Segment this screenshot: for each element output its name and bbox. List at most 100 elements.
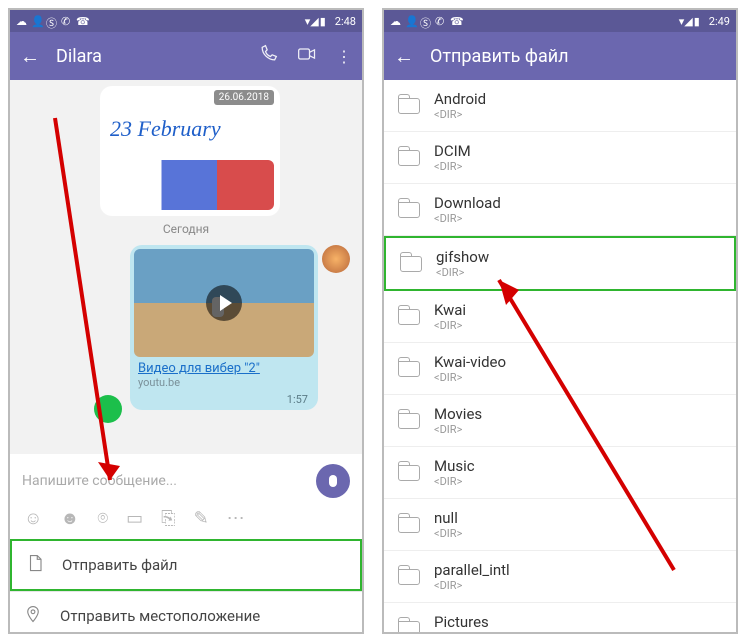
screenshot-file-picker: ☁ 👤 Ⓢ ✆ ☎ ▾◢ ▮ 2:49 ← Отправить файл And… [382,8,738,634]
video-thumbnail[interactable] [134,249,314,357]
folder-type: <DIR> [434,475,475,488]
more-icon[interactable]: ⋯ [227,508,245,529]
folder-type: <DIR> [434,579,510,592]
date-separator: Сегодня [10,222,362,236]
status-time: 2:48 [335,15,356,28]
folder-type: <DIR> [434,212,501,225]
folder-name: null [434,509,462,527]
viber-icon: ☎ [450,15,462,27]
signal-icon: ▾◢ [679,15,691,27]
folder-row[interactable]: Android<DIR> [384,80,736,132]
more-icon[interactable]: ⋮ [336,47,352,66]
folder-icon [398,517,420,533]
chat-body: 26.06.2018 23 February Сегодня Видео для… [10,80,362,454]
folder-type: <DIR> [434,371,506,384]
message-time: 1:57 [134,393,314,406]
play-icon[interactable] [206,285,242,321]
folder-name: Kwai-video [434,353,506,371]
folder-icon [398,621,420,633]
folder-row[interactable]: Movies<DIR> [384,395,736,447]
folder-name: Kwai [434,301,466,319]
folder-icon [400,256,422,272]
doodle-icon[interactable]: ✎ [194,508,209,529]
folder-row-highlighted[interactable]: gifshow<DIR> [384,236,736,291]
status-bar: ☁ 👤 Ⓢ ✆ ☎ ▾◢ ▮ 2:48 [10,10,362,32]
skype-icon: Ⓢ [46,15,58,27]
menu-send-location[interactable]: Отправить местоположение [10,591,362,634]
skype-icon: Ⓢ [420,15,432,27]
folder-name: gifshow [436,248,489,266]
folder-type: <DIR> [434,160,471,173]
back-icon[interactable]: ← [394,44,414,69]
folder-row[interactable]: null<DIR> [384,499,736,551]
folder-type: <DIR> [434,631,489,632]
picker-title: Отправить файл [430,46,726,67]
folder-name: Music [434,457,475,475]
folder-row[interactable]: Download<DIR> [384,184,736,236]
image-message[interactable]: 26.06.2018 23 February [100,86,280,216]
chat-header: ← Dilara ⋮ [10,32,362,80]
menu-label: Отправить файл [62,556,177,574]
whatsapp-icon: ✆ [435,15,447,27]
message-input-row: Напишите сообщение... [10,454,362,508]
folder-type: <DIR> [434,319,466,332]
folder-icon [398,361,420,377]
emoji-icon[interactable]: ☻ [60,508,79,529]
folder-type: <DIR> [434,527,462,540]
video-call-icon[interactable] [296,44,318,68]
app-icon: 👤 [405,15,417,27]
folder-type: <DIR> [434,423,482,436]
image-content [106,160,274,210]
avatar[interactable] [322,245,350,273]
sticker-button[interactable] [94,395,122,423]
status-time: 2:49 [709,15,730,28]
folder-icon [398,202,420,218]
folder-icon [398,309,420,325]
folder-type: <DIR> [434,108,486,121]
menu-send-file[interactable]: Отправить файл [10,539,362,591]
video-link-title[interactable]: Видео для вибер "2" [134,357,314,376]
folder-type: <DIR> [436,266,489,279]
folder-icon [398,150,420,166]
folder-row[interactable]: Music<DIR> [384,447,736,499]
folder-row[interactable]: parallel_intl<DIR> [384,551,736,603]
toolbar: ☺ ☻ ⌾ ▭ ⎘ ✎ ⋯ [10,508,362,539]
sticker-icon[interactable]: ☺ [24,508,42,529]
file-icon [26,553,48,577]
folder-name: Android [434,90,486,108]
file-list[interactable]: Android<DIR> DCIM<DIR> Download<DIR> gif… [384,80,736,632]
mic-button[interactable] [316,464,350,498]
app-icon: ☁ [16,15,28,27]
battery-icon: ▮ [694,15,706,27]
voice-call-icon[interactable] [258,44,278,68]
video-link-source: youtu.be [134,376,314,393]
menu-label: Отправить местоположение [60,607,260,625]
gallery-icon[interactable]: ⎘ [161,508,175,529]
gif-icon[interactable]: ▭ [126,508,143,529]
folder-row[interactable]: Pictures<DIR> [384,603,736,632]
folder-icon [398,98,420,114]
folder-name: Movies [434,405,482,423]
video-message[interactable]: Видео для вибер "2" youtu.be 1:57 [130,245,318,410]
folder-row[interactable]: DCIM<DIR> [384,132,736,184]
folder-icon [398,465,420,481]
folder-name: Download [434,194,501,212]
back-icon[interactable]: ← [20,44,40,69]
battery-icon: ▮ [320,15,332,27]
message-input[interactable]: Напишите сообщение... [22,473,316,489]
camera-icon[interactable]: ⌾ [97,508,108,529]
folder-name: DCIM [434,142,471,160]
composer: Напишите сообщение... ☺ ☻ ⌾ ▭ ⎘ ✎ ⋯ Отпр… [10,454,362,632]
folder-name: parallel_intl [434,561,510,579]
folder-icon [398,413,420,429]
app-icon: ☁ [390,15,402,27]
signal-icon: ▾◢ [305,15,317,27]
status-bar: ☁ 👤 Ⓢ ✆ ☎ ▾◢ ▮ 2:49 [384,10,736,32]
chat-title[interactable]: Dilara [56,46,240,67]
folder-row[interactable]: Kwai-video<DIR> [384,343,736,395]
whatsapp-icon: ✆ [61,15,73,27]
image-caption: 23 February [110,116,221,142]
folder-row[interactable]: Kwai<DIR> [384,291,736,343]
folder-name: Pictures [434,613,489,631]
image-date: 26.06.2018 [214,90,274,105]
